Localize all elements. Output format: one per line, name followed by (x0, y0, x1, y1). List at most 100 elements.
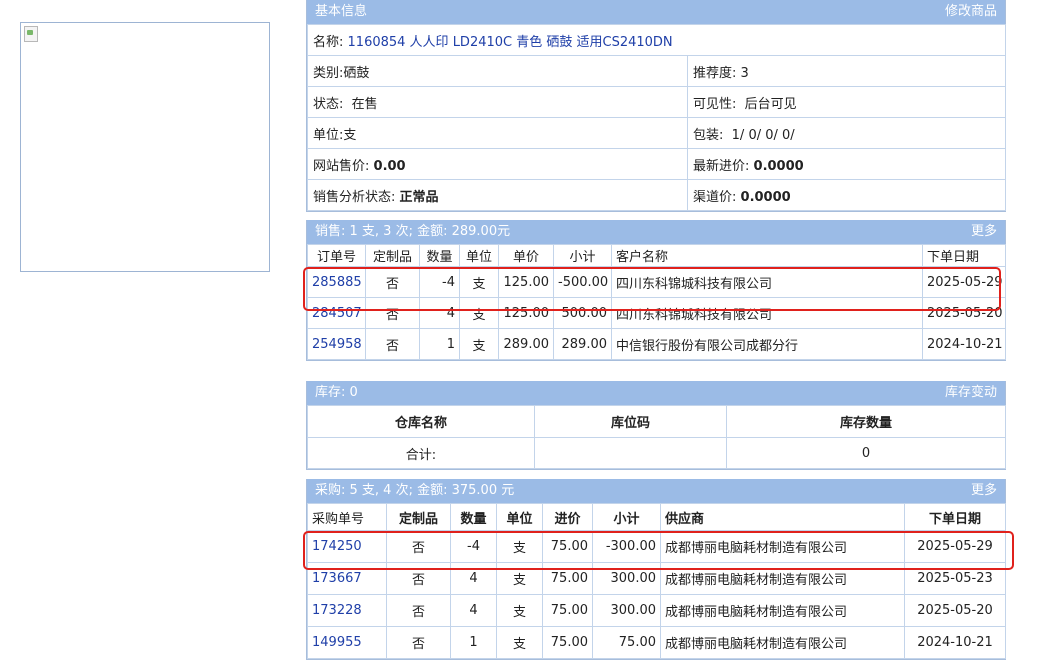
channel-price-cell: 渠道价: 0.0000 (687, 179, 1006, 211)
table-row: 173667 否 4 支 75.00 300.00 成都博丽电脑耗材制造有限公司… (307, 562, 1006, 595)
stock-total-value: 0 (726, 437, 1006, 469)
edit-product-link[interactable]: 修改商品 (945, 0, 997, 24)
status-value: 在售 (351, 96, 378, 112)
purchase-panel: 采购: 5 支, 4 次; 金额: 375.00 元 更多 采购单号 定制品 数… (306, 479, 1006, 660)
col-subtotal: 小计 (592, 503, 661, 531)
subtotal-cell: -300.00 (592, 530, 661, 563)
qty-cell: 4 (419, 297, 460, 329)
supplier-cell: 成都博丽电脑耗材制造有限公司 (660, 562, 905, 595)
category-cell: 类别:硒鼓 (307, 55, 688, 87)
category-label: 类别: (313, 65, 344, 81)
col-date: 下单日期 (922, 244, 1006, 267)
basic-info-table: 名称: 1160854 人人印 LD2410C 青色 硒鼓 适用CS2410DN… (307, 24, 1006, 211)
analysis-value: 正常品 (399, 189, 439, 205)
col-purchase-order: 采购单号 (307, 503, 387, 531)
custom-cell: 否 (386, 562, 451, 595)
date-cell: 2025-05-20 (922, 297, 1006, 329)
web-price-cell: 网站售价: 0.00 (307, 148, 688, 180)
qty-cell: -4 (450, 530, 497, 563)
latest-cost-label: 最新进价: (693, 158, 750, 174)
package-cell: 包装: 1/ 0/ 0/ 0/ (687, 117, 1006, 149)
table-row: 174250 否 -4 支 75.00 -300.00 成都博丽电脑耗材制造有限… (307, 530, 1006, 563)
customer-cell: 中信银行股份有限公司成都分行 (611, 328, 923, 360)
category-row: 类别:硒鼓 推荐度: 3 (307, 55, 1006, 87)
date-cell: 2024-10-21 (922, 328, 1006, 360)
recommend-cell: 推荐度: 3 (687, 55, 1006, 87)
name-cell: 名称: 1160854 人人印 LD2410C 青色 硒鼓 适用CS2410DN (307, 24, 1006, 56)
table-row: 149955 否 1 支 75.00 75.00 成都博丽电脑耗材制造有限公司 … (307, 626, 1006, 659)
stock-header: 库存: 0 库存变动 (307, 381, 1005, 405)
table-row: 173228 否 4 支 75.00 300.00 成都博丽电脑耗材制造有限公司… (307, 594, 1006, 627)
purchase-order-link[interactable]: 174250 (307, 530, 387, 563)
col-order: 订单号 (307, 244, 366, 267)
order-link[interactable]: 254958 (307, 328, 366, 360)
name-label: 名称: (313, 34, 344, 50)
table-row: 284507 否 4 支 125.00 500.00 四川东科锦城科技有限公司 … (307, 297, 1006, 329)
unit-cell: 支 (459, 328, 499, 360)
customer-cell: 四川东科锦城科技有限公司 (611, 266, 923, 298)
cost-cell: 75.00 (542, 626, 593, 659)
table-row: 254958 否 1 支 289.00 289.00 中信银行股份有限公司成都分… (307, 328, 1006, 360)
stock-change-link[interactable]: 库存变动 (945, 381, 997, 405)
stock-total-label: 合计: (307, 437, 535, 469)
purchase-order-link[interactable]: 173228 (307, 594, 387, 627)
stock-table: 仓库名称 库位码 库存数量 合计: 0 (307, 405, 1006, 469)
table-row: 285885 否 -4 支 125.00 -500.00 四川东科锦城科技有限公… (307, 266, 1006, 298)
col-custom: 定制品 (365, 244, 420, 267)
cost-cell: 75.00 (542, 562, 593, 595)
cost-cell: 75.00 (542, 530, 593, 563)
unit-cell: 支 (459, 266, 499, 298)
supplier-cell: 成都博丽电脑耗材制造有限公司 (660, 594, 905, 627)
unit-label: 单位: (313, 127, 344, 143)
latest-cost-value: 0.0000 (753, 158, 804, 174)
stock-summary: 库存: 0 (315, 385, 358, 400)
recommend-value: 3 (740, 65, 749, 81)
product-image (20, 22, 270, 272)
unit-cell: 支 (496, 626, 543, 659)
analysis-cell: 销售分析状态: 正常品 (307, 179, 688, 211)
visibility-label: 可见性: (693, 96, 737, 112)
sales-more-link[interactable]: 更多 (971, 220, 997, 244)
basic-info-panel: 基本信息 修改商品 名称: 1160854 人人印 LD2410C 青色 硒鼓 … (306, 0, 1006, 212)
col-qty: 数量 (450, 503, 497, 531)
date-cell: 2025-05-29 (922, 266, 1006, 298)
purchase-order-link[interactable]: 149955 (307, 626, 387, 659)
order-link[interactable]: 285885 (307, 266, 366, 298)
price-row: 网站售价: 0.00 最新进价: 0.0000 (307, 148, 1006, 180)
supplier-cell: 成都博丽电脑耗材制造有限公司 (660, 626, 905, 659)
col-supplier: 供应商 (660, 503, 905, 531)
subtotal-cell: 300.00 (592, 562, 661, 595)
col-location: 库位码 (534, 405, 727, 438)
stock-header-row: 仓库名称 库位码 库存数量 (307, 405, 1006, 438)
purchase-order-link[interactable]: 173667 (307, 562, 387, 595)
stock-total-row: 合计: 0 (307, 437, 1006, 469)
sales-panel: 销售: 1 支, 3 次; 金额: 289.00元 更多 订单号 定制品 数量 … (306, 220, 1006, 361)
purchase-more-link[interactable]: 更多 (971, 479, 997, 503)
customer-cell: 四川东科锦城科技有限公司 (611, 297, 923, 329)
subtotal-cell: 75.00 (592, 626, 661, 659)
price-cell: 289.00 (498, 328, 554, 360)
col-cost: 进价 (542, 503, 593, 531)
subtotal-cell: 500.00 (553, 297, 612, 329)
qty-cell: 1 (450, 626, 497, 659)
stock-panel: 库存: 0 库存变动 仓库名称 库位码 库存数量 合计: 0 (306, 381, 1006, 470)
supplier-cell: 成都博丽电脑耗材制造有限公司 (660, 530, 905, 563)
subtotal-cell: 289.00 (553, 328, 612, 360)
unit-cell: 支 (496, 530, 543, 563)
col-unit: 单位 (459, 244, 499, 267)
custom-cell: 否 (365, 297, 420, 329)
custom-cell: 否 (386, 626, 451, 659)
col-qty: 数量 (419, 244, 460, 267)
order-link[interactable]: 284507 (307, 297, 366, 329)
col-stock-qty: 库存数量 (726, 405, 1006, 438)
visibility-value: 后台可见 (744, 96, 797, 112)
stock-total-location (534, 437, 727, 469)
package-label: 包装: (693, 127, 724, 143)
col-price: 单价 (498, 244, 554, 267)
web-price-value: 0.00 (373, 158, 406, 174)
name-row: 名称: 1160854 人人印 LD2410C 青色 硒鼓 适用CS2410DN (307, 24, 1006, 56)
purchase-table: 采购单号 定制品 数量 单位 进价 小计 供应商 下单日期 174250 否 -… (307, 503, 1006, 659)
status-label: 状态: (313, 96, 344, 112)
custom-cell: 否 (365, 266, 420, 298)
visibility-cell: 可见性: 后台可见 (687, 86, 1006, 118)
